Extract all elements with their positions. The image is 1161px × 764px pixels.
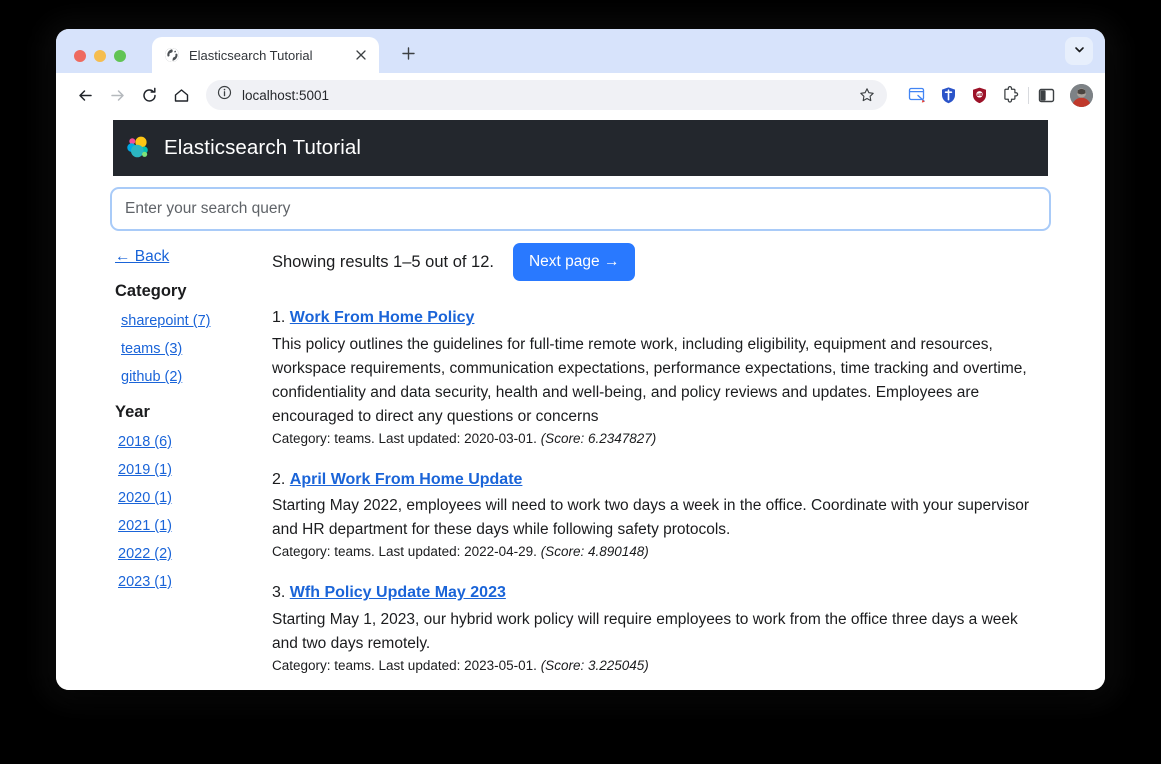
result-score: (Score: 6.2347827) — [540, 430, 657, 446]
result-title-row: 1. Work From Home Policy — [272, 307, 1095, 329]
result-meta: Category: teams. Last updated: 2022-04-2… — [272, 544, 1095, 559]
screenshot-capture-icon[interactable] — [907, 85, 928, 106]
list-item: github (2) — [110, 368, 272, 386]
arrow-right-icon — [109, 87, 126, 104]
results-column: Showing results 1–5 out of 12. Next page… — [272, 243, 1105, 690]
result-item: 1. Work From Home Policy This policy out… — [272, 307, 1095, 446]
desktop-backdrop: Elasticsearch Tutorial localhost:5001 uB… — [0, 0, 1161, 764]
result-title-row: 3. Wfh Policy Update May 2023 — [272, 582, 1095, 604]
info-circle-icon[interactable] — [217, 85, 232, 105]
svg-text:uB: uB — [977, 92, 983, 97]
facet-sidebar: ← Back Category sharepoint (7) teams (3)… — [110, 243, 272, 690]
result-rank: 1. — [272, 309, 286, 326]
facet-link-2021[interactable]: 2021 (1) — [118, 518, 172, 534]
facet-link-sharepoint[interactable]: sharepoint (7) — [121, 313, 210, 329]
results-summary: Showing results 1–5 out of 12. — [272, 252, 494, 271]
facet-link-github[interactable]: github (2) — [121, 369, 182, 385]
result-item: 2. April Work From Home Update Starting … — [272, 469, 1095, 560]
results-toolbar: Showing results 1–5 out of 12. Next page… — [272, 243, 1095, 281]
app-header: Elasticsearch Tutorial — [113, 120, 1048, 176]
facet-list-category: sharepoint (7) teams (3) github (2) — [110, 312, 272, 386]
close-window-button[interactable] — [74, 50, 86, 62]
result-meta-text: Category: teams. Last updated: 2020-03-0… — [272, 430, 537, 446]
list-item: sharepoint (7) — [110, 312, 272, 330]
facet-heading-category: Category — [115, 282, 187, 300]
result-title-row: 2. April Work From Home Update — [272, 469, 1095, 491]
result-item: 3. Wfh Policy Update May 2023 Starting M… — [272, 582, 1095, 673]
facet-link-teams[interactable]: teams (3) — [121, 341, 182, 357]
facet-heading-year: Year — [115, 403, 150, 421]
tab-search-button[interactable] — [1065, 37, 1093, 65]
list-item: 2021 (1) — [110, 517, 272, 535]
result-meta: Category: teams. Last updated: 2023-05-0… — [272, 658, 1095, 673]
shield-red-icon[interactable]: uB — [969, 85, 990, 106]
result-title-link[interactable]: April Work From Home Update — [290, 471, 523, 488]
browser-window: Elasticsearch Tutorial localhost:5001 uB… — [56, 29, 1105, 690]
result-meta-text: Category: teams. Last updated: 2022-04-2… — [272, 544, 537, 560]
result-rank: 3. — [272, 584, 286, 602]
next-page-button[interactable]: Next page → — [512, 243, 636, 281]
chevron-down-icon — [1074, 42, 1085, 60]
back-link[interactable]: ← Back — [115, 248, 169, 266]
list-item: 2022 (2) — [110, 545, 272, 563]
minimize-window-button[interactable] — [94, 50, 106, 62]
result-score: (Score: 4.890148) — [540, 544, 649, 560]
search-field-wrapper — [110, 187, 1051, 231]
browser-tab[interactable]: Elasticsearch Tutorial — [152, 37, 379, 73]
result-score: (Score: 3.225045) — [540, 657, 649, 673]
list-item: 2019 (1) — [110, 461, 272, 479]
result-snippet: Starting May 2022, employees will need t… — [272, 497, 1030, 539]
facet-link-2022[interactable]: 2022 (2) — [118, 546, 172, 562]
reload-button[interactable] — [134, 80, 164, 110]
page-viewport: Elasticsearch Tutorial ← Back Category s… — [56, 117, 1105, 690]
result-meta: Category: teams. Last updated: 2020-03-0… — [272, 431, 1095, 446]
puzzle-extensions-icon[interactable] — [1000, 85, 1021, 106]
extension-icons: uB — [897, 85, 1021, 106]
new-tab-button[interactable] — [397, 42, 419, 64]
home-icon — [173, 87, 190, 104]
result-title-link[interactable]: Wfh Policy Update May 2023 — [290, 584, 506, 601]
address-bar[interactable]: localhost:5001 — [206, 80, 887, 110]
facet-link-2020[interactable]: 2020 (1) — [118, 490, 172, 506]
list-item: 2018 (6) — [110, 433, 272, 451]
star-icon[interactable] — [853, 81, 881, 109]
page-main: ← Back Category sharepoint (7) teams (3)… — [110, 243, 1105, 690]
globe-icon — [164, 47, 180, 63]
facet-list-year: 2018 (6) 2019 (1) 2020 (1) 2021 (1) 2022 — [110, 433, 272, 591]
toolbar-divider — [1028, 86, 1029, 104]
result-rank: 2. — [272, 470, 286, 488]
list-item: 2023 (1) — [110, 573, 272, 591]
maximize-window-button[interactable] — [114, 50, 126, 62]
facet-link-2019[interactable]: 2019 (1) — [118, 462, 172, 478]
tab-strip: Elasticsearch Tutorial — [56, 29, 1105, 73]
result-meta-text: Category: teams. Last updated: 2023-05-0… — [272, 657, 537, 673]
result-title-link[interactable]: Work From Home Policy — [290, 309, 475, 326]
close-icon[interactable] — [352, 47, 369, 64]
profile-avatar[interactable] — [1070, 83, 1093, 107]
list-item: teams (3) — [110, 340, 272, 358]
home-button[interactable] — [166, 80, 196, 110]
browser-toolbar: localhost:5001 uB — [56, 73, 1105, 117]
app-title: Elasticsearch Tutorial — [164, 136, 362, 159]
list-item: 2020 (1) — [110, 489, 272, 507]
side-panel-icon[interactable] — [1036, 85, 1057, 106]
facet-link-2018[interactable]: 2018 (6) — [118, 434, 172, 450]
address-bar-url: localhost:5001 — [242, 87, 330, 103]
result-snippet: Starting May 1, 2023, our hybrid work po… — [272, 610, 1018, 652]
reload-icon — [141, 87, 158, 104]
shield-blue-icon[interactable] — [938, 85, 959, 106]
back-button[interactable] — [70, 80, 100, 110]
arrow-left-icon — [77, 87, 94, 104]
forward-button[interactable] — [102, 80, 132, 110]
facet-link-2023[interactable]: 2023 (1) — [118, 574, 172, 590]
search-input[interactable] — [110, 187, 1051, 231]
tab-title: Elasticsearch Tutorial — [189, 47, 313, 63]
elasticsearch-logo-icon — [125, 135, 151, 161]
result-snippet: This policy outlines the guidelines for … — [272, 335, 1027, 425]
window-controls — [74, 50, 126, 62]
